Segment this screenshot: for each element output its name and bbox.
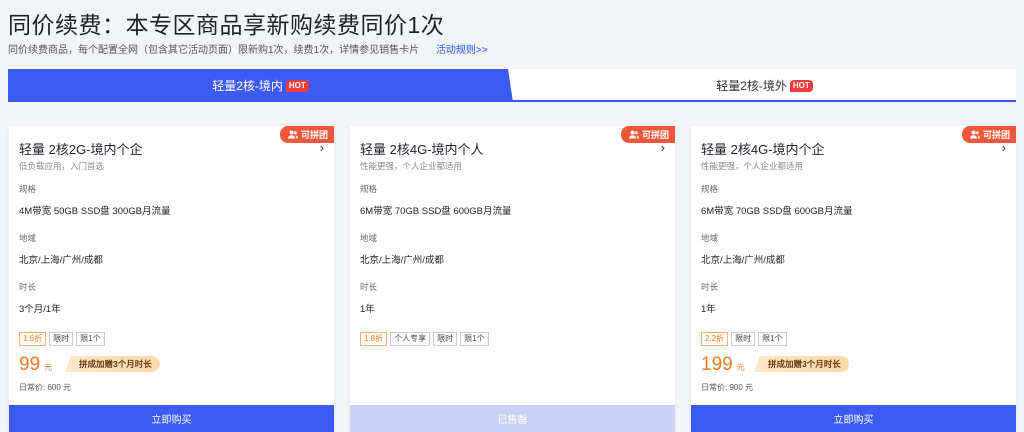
tag: 限1个: [758, 332, 787, 346]
product-desc: 性能更强，个人企业都适用: [360, 161, 463, 171]
price-value: 99: [19, 354, 41, 375]
group-buy-badge: 可拼团: [961, 126, 1016, 143]
tag: 限1个: [460, 332, 489, 346]
subtitle-text: 同价续费商品，每个配置全网（包含其它活动页面）限新购1次，续费1次，详情参见销售…: [8, 45, 420, 56]
original-price: 日常价: 600 元: [19, 383, 72, 392]
product-title[interactable]: 轻量 2核4G-境内个企: [701, 139, 825, 158]
price-unit: 元: [44, 363, 53, 372]
tag-list: 2.2折 限时 限1个: [701, 332, 790, 346]
product-desc: 低负载应用，入门首选: [19, 161, 105, 171]
users-icon: [969, 130, 980, 139]
product-card: 可拼团 轻量 2核2G-境内个企 › 低负载应用，入门首选 规格 4M带宽 50…: [9, 126, 334, 432]
sold-out-button: 已售罄: [350, 405, 675, 432]
price: 99 元: [19, 354, 52, 376]
discount-tag: 1.8折: [360, 332, 388, 346]
region-value: 北京/上海/广州/成都: [701, 255, 785, 266]
spec-label: 规格: [701, 184, 719, 194]
tag: 限时: [49, 332, 74, 346]
chevron-right-icon[interactable]: ›: [661, 140, 665, 155]
region-label: 地域: [19, 233, 37, 243]
page-title: 同价续费：本专区商品享新购续费同价1次: [8, 12, 445, 38]
spec-value: 4M带宽 50GB SSD盘 300GB月流量: [19, 206, 171, 217]
hot-badge: HOT: [285, 79, 309, 92]
tab-label: 轻量2核-境内: [212, 79, 283, 93]
duration-value: 1年: [701, 304, 716, 315]
tag: 限时: [433, 332, 458, 346]
tag: 个人专享: [390, 332, 431, 346]
region-label: 地域: [360, 233, 378, 243]
discount-tag: 1.6折: [19, 332, 47, 346]
group-buy-badge: 可拼团: [620, 126, 675, 143]
price-value: 199: [701, 354, 733, 375]
duration-label: 时长: [701, 282, 719, 292]
promo-badge: 拼成加赠3个月时长: [754, 356, 849, 372]
spec-label: 规格: [19, 184, 37, 194]
region-label: 地域: [701, 233, 719, 243]
tab-light-2core-domestic[interactable]: 轻量2核-境内 HOT: [8, 69, 513, 102]
tag-list: 1.6折 限时 限1个: [19, 332, 108, 346]
region-value: 北京/上海/广州/成都: [19, 255, 103, 266]
buy-button[interactable]: 立即购买: [691, 405, 1016, 432]
duration-label: 时长: [360, 282, 378, 292]
duration-value: 1年: [360, 304, 375, 315]
product-card: 可拼团 轻量 2核4G-境内个人 › 性能更强，个人企业都适用 规格 6M带宽 …: [350, 126, 675, 432]
page-subtitle: 同价续费商品，每个配置全网（包含其它活动页面）限新购1次，续费1次，详情参见销售…: [8, 41, 488, 56]
discount-tag: 2.2折: [701, 332, 729, 346]
spec-value: 6M带宽 70GB SSD盘 600GB月流量: [701, 206, 853, 217]
group-buy-badge: 可拼团: [279, 126, 334, 143]
chevron-right-icon[interactable]: ›: [320, 140, 324, 155]
rules-link[interactable]: 活动规则>>: [436, 45, 488, 56]
original-price: 日常价: 900 元: [701, 383, 754, 392]
product-desc: 性能更强，个人企业都适用: [701, 161, 804, 171]
product-title[interactable]: 轻量 2核2G-境内个企: [19, 139, 143, 158]
region-value: 北京/上海/广州/成都: [360, 255, 444, 266]
spec-label: 规格: [360, 184, 378, 194]
users-icon: [287, 130, 298, 139]
product-card: 可拼团 轻量 2核4G-境内个企 › 性能更强，个人企业都适用 规格 6M带宽 …: [691, 126, 1016, 432]
duration-label: 时长: [19, 282, 37, 292]
tag: 限时: [731, 332, 756, 346]
tab-light-2core-overseas[interactable]: 轻量2核-境外 HOT: [513, 69, 1016, 102]
chevron-right-icon[interactable]: ›: [1002, 140, 1006, 155]
tab-bar: 轻量2核-境内 HOT 轻量2核-境外 HOT: [8, 69, 1016, 102]
price: 199 元: [701, 354, 745, 376]
price-unit: 元: [736, 363, 745, 372]
product-title[interactable]: 轻量 2核4G-境内个人: [360, 139, 484, 158]
spec-value: 6M带宽 70GB SSD盘 600GB月流量: [360, 206, 512, 217]
promo-badge: 拼成加赠3个月时长: [65, 356, 160, 372]
tag: 限1个: [76, 332, 105, 346]
tag-list: 1.8折 个人专享 限时 限1个: [360, 332, 492, 346]
hot-badge: HOT: [789, 79, 813, 92]
users-icon: [628, 130, 639, 139]
tab-label: 轻量2核-境外: [716, 79, 787, 93]
duration-value: 3个月/1年: [19, 304, 61, 315]
buy-button[interactable]: 立即购买: [9, 405, 334, 432]
